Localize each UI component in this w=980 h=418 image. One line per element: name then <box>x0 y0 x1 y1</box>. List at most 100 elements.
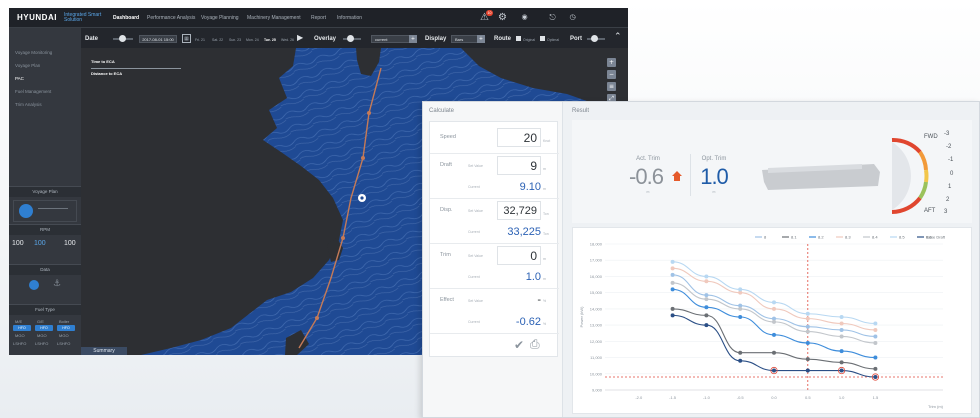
speed-unit: Knot <box>543 139 551 143</box>
nav-information[interactable]: Information <box>337 15 362 21</box>
x-tick-label: -2.0 <box>635 395 643 400</box>
collapse-icon[interactable]: ⌃ <box>614 32 622 42</box>
sidebar-item-voyage-monitoring[interactable]: Voyage Monitoring <box>15 50 52 55</box>
x-tick-label: 1.0 <box>839 395 845 400</box>
y-axis-label: Power (kW) <box>579 306 584 328</box>
series-point <box>670 259 675 264</box>
legend-label: 8 <box>764 235 767 240</box>
disp-input[interactable]: 32,729 <box>497 201 541 220</box>
series-point <box>704 279 709 284</box>
fuel-me-hfo-button[interactable]: HFO <box>13 325 31 331</box>
speed-row: Speed 20 Knot <box>430 122 559 154</box>
overlay-slider-thumb[interactable] <box>347 35 354 42</box>
sidebar-item-voyage-plan[interactable]: Voyage Plan <box>15 63 40 68</box>
date-slider-thumb[interactable] <box>119 35 126 42</box>
section-fuel-type[interactable]: Fuel Type <box>9 304 81 315</box>
effect-current-value: -0.62 <box>515 316 541 328</box>
speed-input[interactable]: 20 <box>497 128 541 147</box>
x-tick-label: 0.5 <box>805 395 811 400</box>
effect-current-unit: % <box>543 322 547 326</box>
series-point <box>772 319 776 324</box>
nav-machinery-management[interactable]: Machinery Management <box>247 15 301 21</box>
nav-voyage-planning[interactable]: Voyage Planning <box>201 15 239 21</box>
port-label: Port <box>570 36 582 42</box>
trim-label: Trim <box>440 252 451 258</box>
speed-label: Speed <box>440 134 456 140</box>
nav-report[interactable]: Report <box>311 15 326 21</box>
section-data[interactable]: Data <box>9 264 81 275</box>
summary-tab[interactable]: Summary <box>81 347 127 355</box>
section-rpm[interactable]: RPM <box>9 224 81 235</box>
gauge-fwd-label: FWD <box>924 134 938 140</box>
y-tick-label: 12,000 <box>590 339 603 344</box>
day-sat[interactable]: Sat. 22 <box>212 38 223 42</box>
power-trim-chart: 18,000 17,000 16,000 15,000 14,000 13,000 12,0… <box>572 227 972 414</box>
route-original-label: Original <box>523 38 536 42</box>
day-tue[interactable]: Tue. 25 <box>264 38 276 42</box>
gear-icon[interactable]: ⚙ <box>497 12 508 23</box>
y-tick-label: 16,000 <box>590 274 603 279</box>
series-point <box>772 306 776 311</box>
fuel-boiler-hfo-button[interactable]: HFO <box>57 325 75 331</box>
route-original-checkbox[interactable] <box>516 36 521 41</box>
fuel-me-mgo[interactable]: MGO <box>15 333 25 338</box>
series-point <box>839 334 844 339</box>
fuel-ge-mgo[interactable]: MGO <box>37 333 47 338</box>
zoom-out-icon[interactable]: − <box>607 70 616 79</box>
route-optimal-checkbox[interactable] <box>540 36 545 41</box>
logout-icon[interactable]: ⎋ <box>547 12 558 23</box>
calendar-icon[interactable]: ▦ <box>182 34 191 43</box>
trim-row: Trim Set Value 0 m Current 1.0 m <box>430 244 559 289</box>
fuel-ge-lshfo[interactable]: LSHFO <box>35 341 48 346</box>
clock-icon: ◷ <box>569 13 576 21</box>
trim-input[interactable]: 0 <box>497 246 541 265</box>
play-icon[interactable]: ▶ <box>297 33 303 42</box>
user-icon[interactable]: ◉ <box>519 12 530 23</box>
port-slider-thumb[interactable] <box>591 35 598 42</box>
draft-label: Draft <box>440 162 452 168</box>
series-point <box>704 323 709 328</box>
nav-dashboard[interactable]: Dashboard <box>113 15 139 21</box>
series-point <box>772 300 776 305</box>
series-point <box>805 340 810 345</box>
draft-unit: m <box>543 167 546 171</box>
chart-svg: 18,000 17,000 16,000 15,000 14,000 13,000 12,0… <box>579 235 946 410</box>
series-point <box>670 272 675 277</box>
day-fri[interactable]: Fri. 21 <box>195 38 205 42</box>
disp-set-label: Set Value <box>468 209 483 213</box>
sidebar-item-pac[interactable]: PAC <box>15 76 24 81</box>
legend-label: 8.3 <box>845 235 851 240</box>
opt-trim-label: Opt. Trim <box>701 156 727 162</box>
series-point <box>670 266 675 271</box>
fuel-ge-hfo-button[interactable]: HFO <box>35 325 53 331</box>
opt-trim-unit: m <box>712 190 716 194</box>
sidebar-item-trim-analysis[interactable]: Trim Analysis <box>15 102 42 107</box>
series-point <box>670 287 675 292</box>
display-add-icon[interactable]: + <box>477 35 485 43</box>
act-trim-label: Act. Trim <box>636 156 660 162</box>
gauge-aft-label: AFT <box>924 208 936 214</box>
fuel-boiler-mgo[interactable]: MGO <box>59 333 69 338</box>
trim-current-value: 1.0 <box>525 271 541 283</box>
trim-divider <box>690 154 691 196</box>
draft-input[interactable]: 9 <box>497 156 541 175</box>
brand-logo[interactable]: HYUNDAI <box>17 13 57 22</box>
gauge-tick-0: 0 <box>950 171 954 177</box>
zoom-in-icon[interactable]: + <box>607 58 616 67</box>
section-voyage-plan[interactable]: Voyage Plan <box>9 186 81 197</box>
draft-current-value: 9.10 <box>519 181 541 193</box>
overlay-add-icon[interactable]: + <box>409 35 417 43</box>
series-point <box>805 357 810 362</box>
export-icon[interactable]: ⎙ <box>530 337 540 352</box>
nav-performance-analysis[interactable]: Performance Analysis <box>147 15 195 21</box>
day-wed[interactable]: Wed. 26 <box>281 38 294 42</box>
day-sun[interactable]: Sun. 23 <box>229 38 241 42</box>
date-input[interactable]: 2017-08-01 15:00 <box>139 35 177 43</box>
fuel-boiler-lshfo[interactable]: LSHFO <box>57 341 70 346</box>
sidebar-item-fuel-management[interactable]: Fuel Management <box>15 89 51 94</box>
day-mon[interactable]: Mon. 24 <box>246 38 259 42</box>
layers-icon[interactable]: ≡ <box>607 82 616 91</box>
check-icon[interactable]: ✔ <box>514 338 524 352</box>
draft-set-label: Set Value <box>468 164 483 168</box>
fuel-me-lshfo[interactable]: LSHFO <box>13 341 26 346</box>
